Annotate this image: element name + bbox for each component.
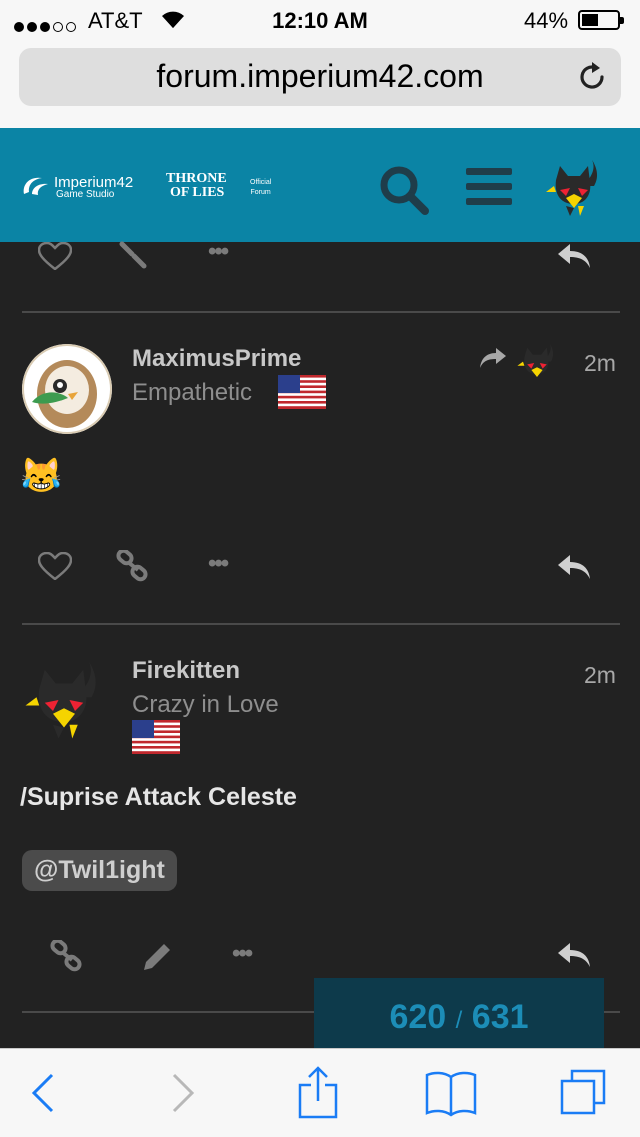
reply-icon[interactable] <box>556 242 594 270</box>
more-options-icon[interactable]: ••• <box>208 550 229 578</box>
post-user-title: Empathetic <box>132 379 253 406</box>
status-bar: AT&T 12:10 AM 44% <box>0 0 640 40</box>
us-flag-icon <box>132 720 180 754</box>
browser-toolbar-bottom <box>0 1048 640 1137</box>
owl-avatar-icon <box>22 344 112 434</box>
post-user-title: Crazy in Love <box>132 691 279 718</box>
post-content-emoji: 😹 <box>20 457 63 495</box>
edit-pencil-icon[interactable] <box>140 940 172 974</box>
game-title-line2: OF LIES <box>170 185 225 200</box>
more-options-icon[interactable]: ••• <box>208 238 229 266</box>
reply-icon[interactable] <box>556 940 594 970</box>
battery-icon <box>578 10 624 30</box>
share-link-icon[interactable] <box>116 550 150 582</box>
official-line2: Forum <box>250 189 271 196</box>
post-time[interactable]: 2m <box>584 662 616 689</box>
reply-to-avatar[interactable] <box>516 340 558 386</box>
post-divider <box>22 623 620 625</box>
post-counter: 620 / 631 <box>314 998 604 1037</box>
post-username[interactable]: Firekitten <box>132 657 240 685</box>
address-bar[interactable]: forum.imperium42.com <box>19 48 621 106</box>
us-flag-icon <box>278 375 326 409</box>
like-heart-icon[interactable] <box>38 242 72 270</box>
game-title-line1: THRONE <box>166 171 227 186</box>
browser-chrome-top: AT&T 12:10 AM 44% forum.imperium42.com <box>0 0 640 128</box>
reload-icon[interactable] <box>575 60 609 94</box>
brand-sub: Game Studio <box>56 189 115 200</box>
battery-percent: 44% <box>524 8 569 33</box>
reply-to-icon[interactable] <box>478 346 508 370</box>
post-time[interactable]: 2m <box>584 350 616 377</box>
url-text: forum.imperium42.com <box>156 58 484 94</box>
tabs-icon[interactable] <box>558 1067 608 1117</box>
like-heart-icon[interactable] <box>38 552 72 580</box>
current-post-number: 620 <box>389 998 447 1036</box>
share-link-icon[interactable] <box>116 240 150 270</box>
more-options-icon[interactable]: ••• <box>232 940 253 968</box>
forward-arrow-icon[interactable] <box>170 1073 196 1113</box>
back-arrow-icon[interactable] <box>30 1073 56 1113</box>
post-username[interactable]: MaximusPrime <box>132 345 301 373</box>
avatar[interactable] <box>22 344 112 434</box>
counter-separator: / <box>455 1007 463 1034</box>
reply-icon[interactable] <box>556 552 594 582</box>
share-link-icon[interactable] <box>50 940 84 972</box>
mention-link[interactable]: @Twil1ight <box>22 850 177 891</box>
post-content-text: /Suprise Attack Celeste <box>20 783 297 811</box>
swirl-logo-icon <box>23 177 48 195</box>
bookmarks-book-icon[interactable] <box>424 1069 478 1117</box>
search-icon[interactable] <box>378 164 430 216</box>
post-divider <box>22 311 620 313</box>
current-user-avatar[interactable] <box>544 156 604 220</box>
official-forum-label: Official Forum <box>250 178 271 198</box>
share-icon[interactable] <box>298 1065 338 1119</box>
throne-of-lies-logo[interactable]: THRONE OF LIES <box>166 172 227 200</box>
avatar[interactable] <box>22 656 106 744</box>
topic-progress-indicator[interactable]: 620 / 631 <box>314 978 604 1048</box>
total-post-count: 631 <box>471 998 529 1036</box>
hamburger-menu-icon[interactable] <box>466 166 512 206</box>
forum-header: Imperium42 Game Studio THRONE OF LIES Of… <box>0 128 640 242</box>
official-line1: Official <box>250 179 272 186</box>
